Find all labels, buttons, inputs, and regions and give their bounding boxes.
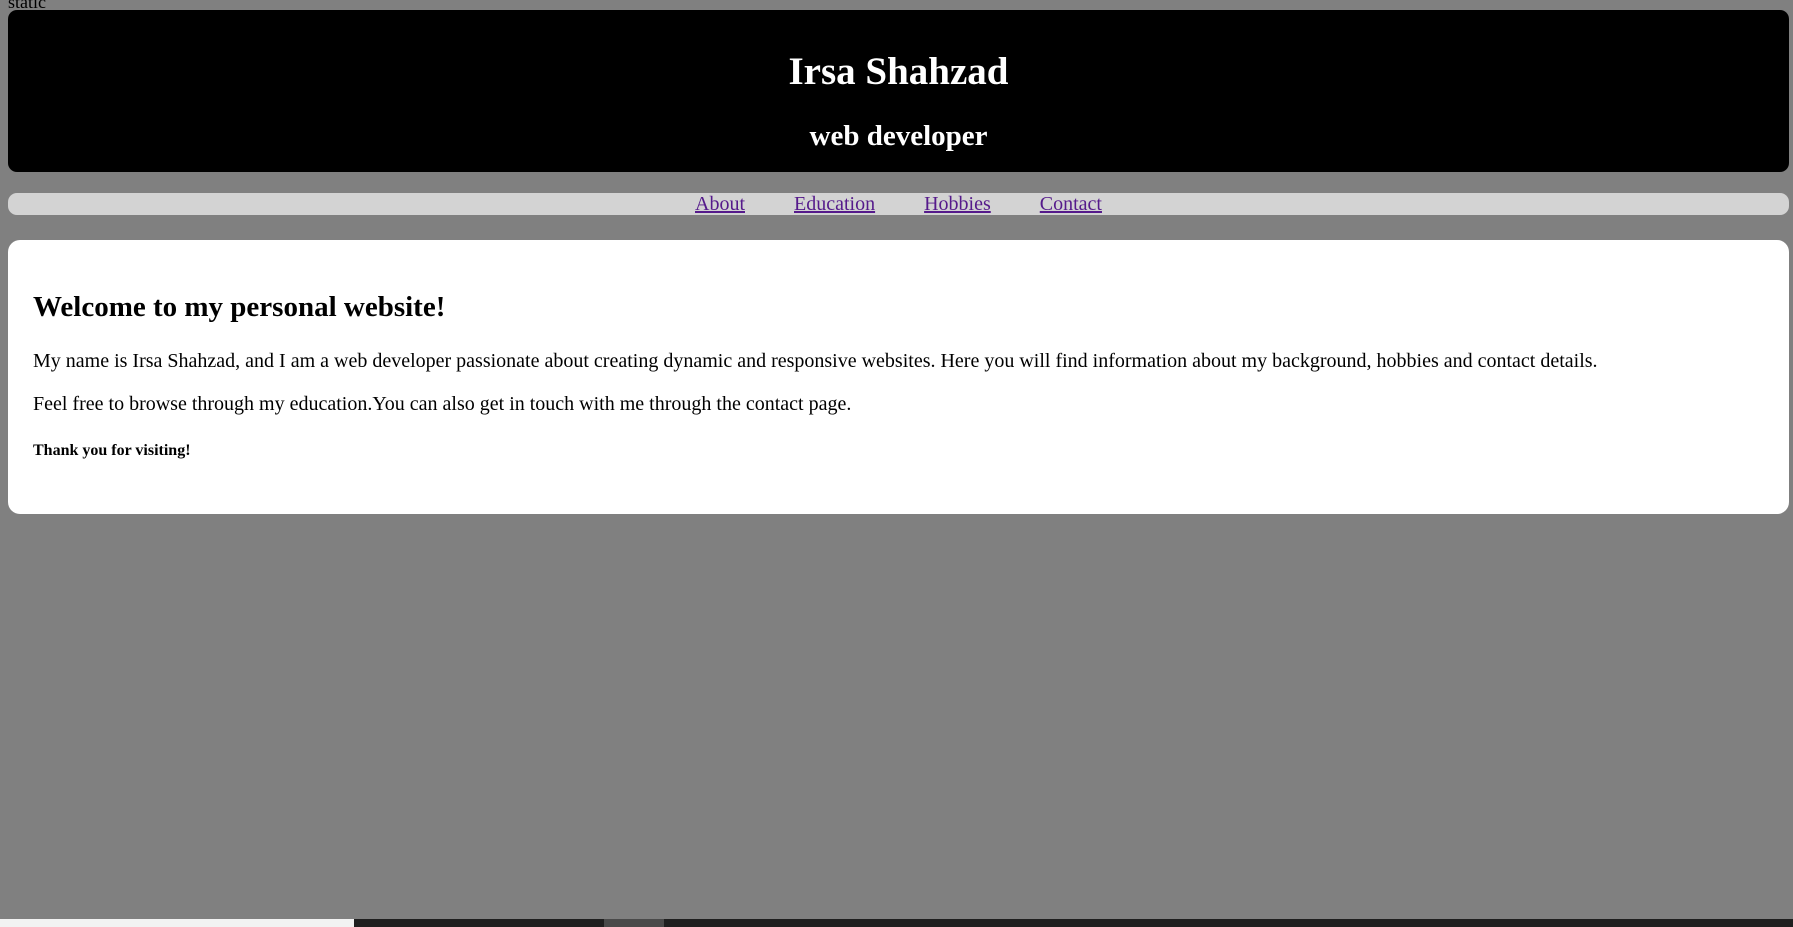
intro-paragraph: My name is Irsa Shahzad, and I am a web … [33,350,1598,372]
scrollbar-thumb[interactable] [604,919,664,927]
nav-link-about[interactable]: About [695,193,745,215]
nav-bar: About Education Hobbies Contact [8,193,1789,215]
nav-link-contact[interactable]: Contact [1040,193,1102,215]
site-subtitle: web developer [809,120,988,152]
main-content: Welcome to my personal website! My name … [8,240,1789,514]
nav-link-hobbies[interactable]: Hobbies [924,193,991,215]
scrollbar-track [0,919,354,927]
welcome-heading: Welcome to my personal website! [33,291,446,323]
browse-paragraph: Feel free to browse through my education… [33,393,852,415]
thanks-text: Thank you for visiting! [33,442,191,459]
nav-link-education[interactable]: Education [794,193,875,215]
site-title: Irsa Shahzad [788,50,1009,93]
horizontal-scrollbar[interactable] [0,919,1793,927]
site-header: Irsa Shahzad web developer [8,10,1789,172]
